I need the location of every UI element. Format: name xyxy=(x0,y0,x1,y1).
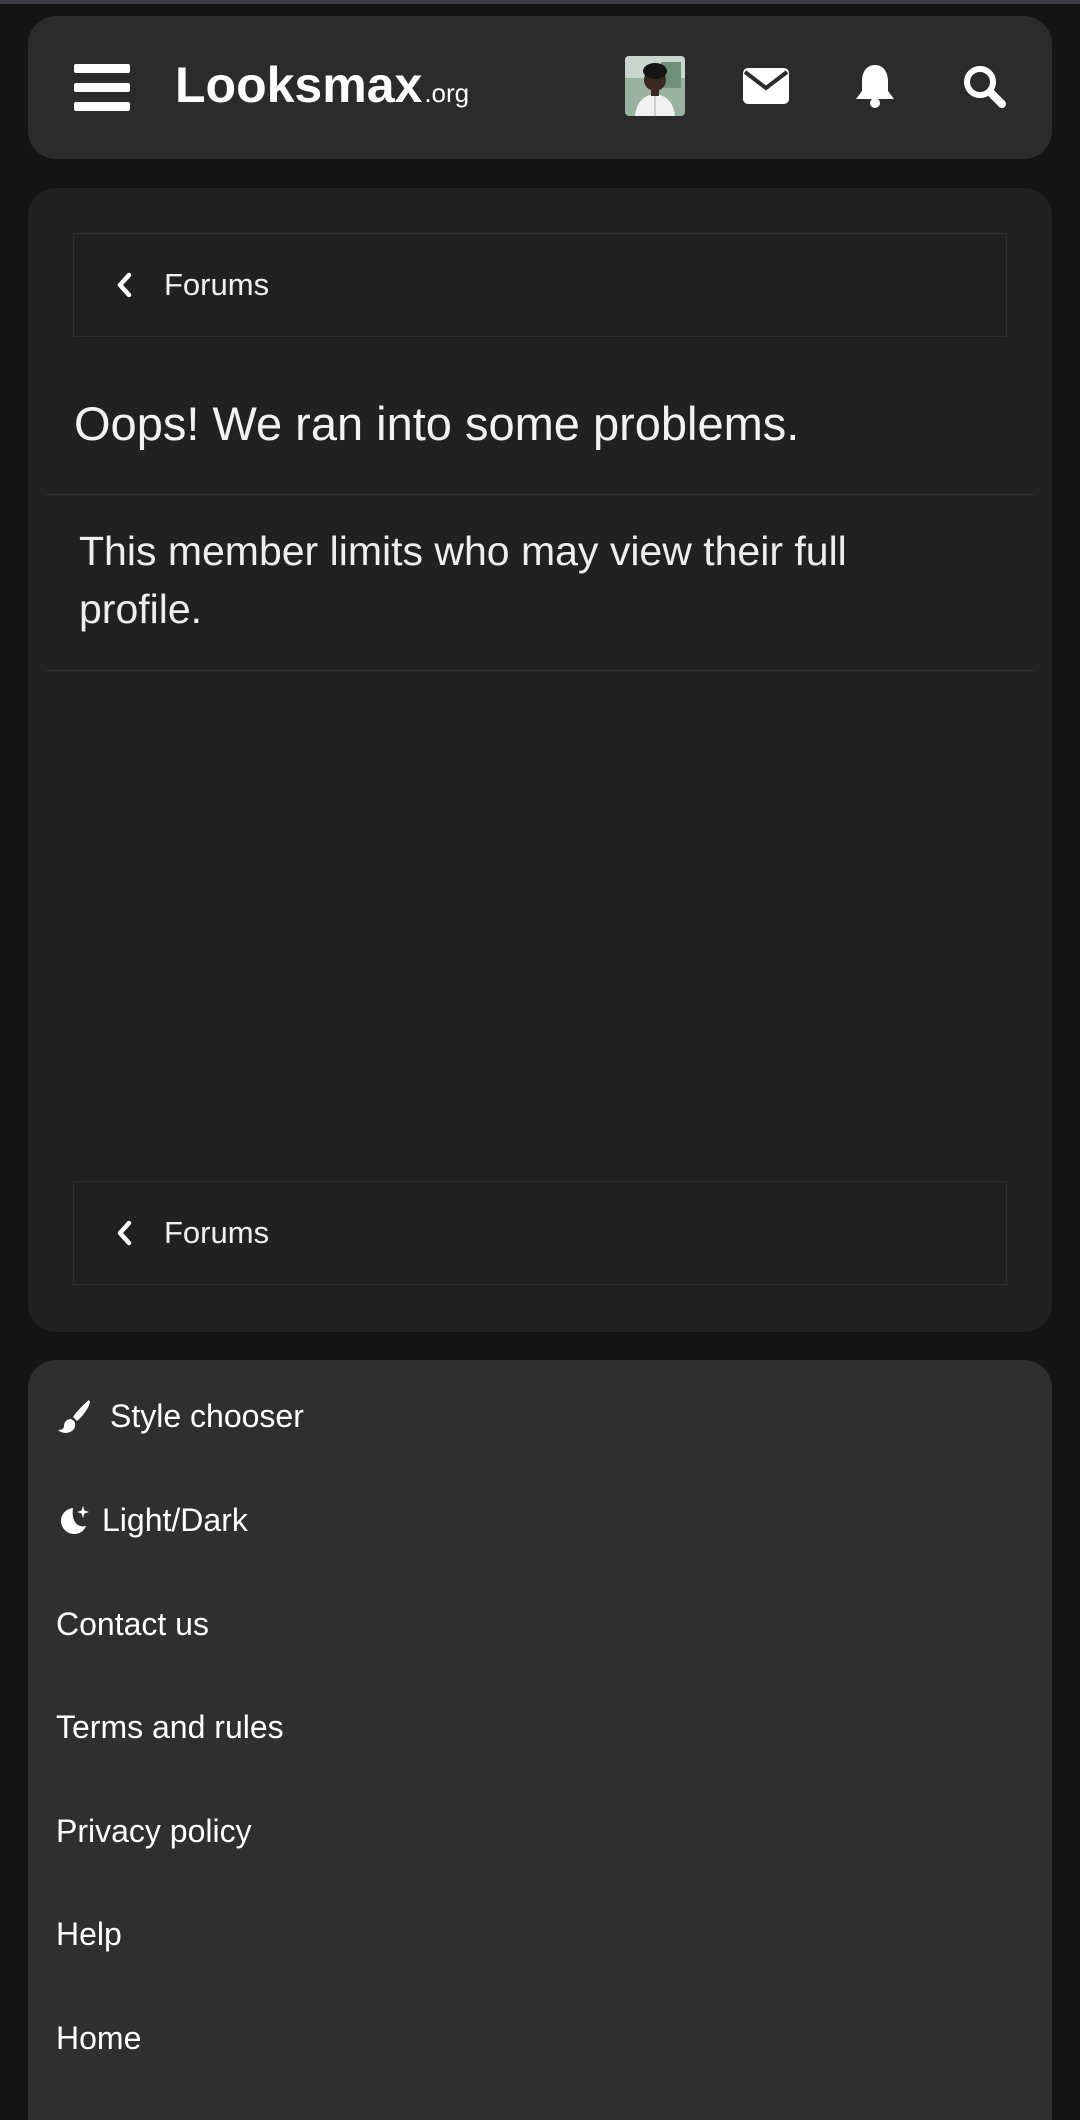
site-header: Lооksmax .org xyxy=(28,16,1052,159)
page-title: Oops! We ran into some problems. xyxy=(74,397,800,450)
site-logo[interactable]: Lооksmax .org xyxy=(175,56,469,116)
logo-wordmark: Lооksmax xyxy=(175,57,423,113)
mail-icon[interactable] xyxy=(733,53,799,119)
main-content-card: Forums Oops! We ran into some problems. … xyxy=(28,188,1052,1332)
paintbrush-icon xyxy=(56,1398,92,1434)
home-link[interactable]: Home xyxy=(56,2008,141,2068)
moon-stars-icon xyxy=(56,1502,92,1538)
menu-icon[interactable] xyxy=(74,60,130,114)
light-dark-label: Light/Dark xyxy=(102,1501,248,1538)
style-chooser-link[interactable]: Style chooser xyxy=(56,1386,304,1446)
home-label: Home xyxy=(56,2019,142,2056)
light-dark-toggle[interactable]: Light/Dark xyxy=(56,1490,248,1550)
chevron-left-icon xyxy=(116,271,134,299)
contact-us-label: Contact us xyxy=(56,1605,209,1642)
breadcrumb-bottom[interactable]: Forums xyxy=(73,1181,1007,1285)
privacy-policy-link[interactable]: Privacy policy xyxy=(56,1801,252,1861)
logo-tld: .org xyxy=(424,78,470,108)
chevron-left-icon xyxy=(116,1219,134,1247)
search-icon[interactable] xyxy=(951,53,1017,119)
top-edge-line xyxy=(0,0,1080,4)
terms-label: Terms and rules xyxy=(56,1708,284,1745)
privacy-policy-label: Privacy policy xyxy=(56,1812,252,1849)
style-chooser-label: Style chooser xyxy=(110,1397,304,1434)
divider xyxy=(46,494,1034,495)
breadcrumb[interactable]: Forums xyxy=(73,233,1007,337)
help-label: Help xyxy=(56,1915,122,1952)
bell-icon[interactable] xyxy=(842,53,908,119)
help-link[interactable]: Help xyxy=(56,1904,122,1964)
breadcrumb-label: Forums xyxy=(164,267,270,302)
terms-link[interactable]: Terms and rules xyxy=(56,1697,284,1757)
avatar[interactable] xyxy=(625,56,685,116)
contact-us-link[interactable]: Contact us xyxy=(56,1594,209,1654)
breadcrumb-label: Forums xyxy=(164,1215,270,1250)
error-message: This member limits who may view their fu… xyxy=(79,528,847,632)
divider xyxy=(46,670,1034,671)
